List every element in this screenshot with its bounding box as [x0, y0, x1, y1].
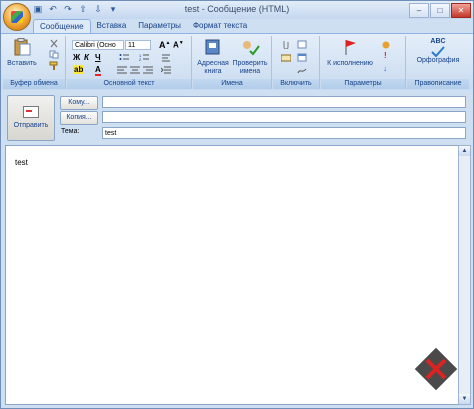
check-names-button[interactable]: Проверить имена — [231, 38, 269, 76]
address-book-icon — [205, 39, 220, 55]
spelling-button[interactable]: ABC Орфография — [411, 38, 465, 65]
shrink-font-icon[interactable]: A▼ — [173, 40, 184, 50]
copy-icon[interactable] — [49, 50, 59, 59]
check-names-icon — [243, 41, 260, 56]
low-importance-icon[interactable]: ↓ — [383, 64, 387, 73]
send-label: Отправить — [13, 122, 49, 129]
group-label-include: Включить — [273, 79, 319, 89]
numbering-icon[interactable]: 12 — [139, 53, 149, 62]
subject-field[interactable]: test — [102, 127, 466, 139]
business-card-icon[interactable] — [281, 53, 291, 62]
message-window: ▣ ↶ ↷ ⇧ ⇩ ▾ test - Сообщение (HTML) – □ … — [0, 0, 474, 409]
bullets-icon[interactable] — [119, 53, 129, 62]
paste-icon — [14, 38, 31, 56]
cc-button[interactable]: Копия... — [60, 111, 98, 125]
bold-button[interactable]: Ж — [73, 53, 80, 62]
attach-item-icon[interactable] — [297, 40, 307, 49]
minimize-button[interactable]: – — [409, 3, 429, 18]
font-size-combo[interactable]: 11 — [125, 40, 151, 50]
svg-text:2: 2 — [139, 57, 142, 62]
group-label-clipboard: Буфер обмена — [3, 79, 65, 89]
address-book-label: Адресная книга — [197, 60, 229, 75]
window-controls: – □ ✕ — [409, 3, 471, 18]
group-clipboard: Вставить Буфер обмена — [3, 36, 66, 89]
signature-icon[interactable] — [297, 66, 307, 75]
office-button[interactable] — [3, 3, 31, 31]
font-color-icon[interactable]: A — [95, 65, 101, 76]
group-label-basic-text: Основной текст — [67, 79, 191, 89]
tab-format-text[interactable]: Формат текста — [187, 19, 253, 34]
align-center-icon[interactable] — [130, 66, 140, 75]
follow-up-label: К исполнению — [327, 60, 373, 67]
group-options: К исполнению ! ↓ Параметры — [321, 36, 406, 89]
message-body[interactable]: test — [5, 145, 459, 405]
calendar-icon[interactable] — [297, 53, 307, 62]
send-button[interactable]: Отправить — [7, 95, 55, 141]
tab-options[interactable]: Параметры — [132, 19, 187, 34]
indent-icon[interactable] — [161, 66, 171, 75]
follow-up-button[interactable]: К исполнению — [327, 38, 373, 68]
attach-file-icon[interactable] — [281, 40, 291, 49]
subject-label: Тема: — [61, 128, 80, 135]
paste-label: Вставить — [7, 60, 37, 67]
group-basic-text: Calibri (Осно 11 A▲ A▼ Ж К Ч 12 ab A Осн… — [67, 36, 192, 89]
office-logo-icon — [11, 11, 23, 23]
cut-icon[interactable] — [49, 39, 59, 48]
paste-button[interactable]: Вставить — [7, 38, 37, 68]
spelling-label: Орфография — [416, 57, 460, 64]
group-label-names: Имена — [193, 79, 271, 89]
font-name-combo[interactable]: Calibri (Осно — [72, 40, 124, 50]
send-envelope-icon — [23, 106, 39, 118]
window-title: test - Сообщение (HTML) — [184, 4, 290, 14]
highlight-icon[interactable]: ab — [73, 65, 85, 74]
cc-field[interactable] — [102, 111, 466, 123]
message-header: Отправить Кому... Копия... Тема: test — [1, 90, 473, 144]
high-importance-icon[interactable]: ! — [384, 51, 387, 60]
address-book-button[interactable]: Адресная книга — [195, 38, 231, 76]
spelling-check-icon — [431, 46, 445, 57]
tab-insert[interactable]: Вставка — [91, 19, 133, 34]
title-bar: ▣ ↶ ↷ ⇧ ⇩ ▾ test - Сообщение (HTML) – □ … — [1, 1, 473, 19]
scroll-down-arrow-icon[interactable]: ▼ — [459, 394, 470, 404]
maximize-button[interactable]: □ — [430, 3, 450, 18]
group-label-proofing: Правописание — [407, 79, 469, 89]
to-button[interactable]: Кому... — [60, 96, 98, 110]
clear-format-icon[interactable] — [161, 53, 171, 62]
group-proofing: ABC Орфография Правописание — [407, 36, 469, 89]
to-field[interactable] — [102, 96, 466, 108]
follow-up-flag-icon — [345, 40, 356, 55]
italic-button[interactable]: К — [84, 53, 89, 62]
body-text: test — [15, 158, 28, 167]
check-names-label: Проверить имена — [232, 60, 268, 75]
scroll-up-arrow-icon[interactable]: ▲ — [459, 146, 470, 156]
close-button[interactable]: ✕ — [451, 3, 471, 18]
vertical-scrollbar[interactable]: ▲ ▼ — [458, 145, 471, 405]
format-painter-icon[interactable] — [49, 61, 59, 70]
ribbon: Вставить Буфер обмена Calibri (Осно 11 A… — [1, 33, 473, 91]
group-names: Адресная книга Проверить имена Имена — [193, 36, 272, 89]
align-left-icon[interactable] — [117, 66, 127, 75]
grow-font-icon[interactable]: A▲ — [159, 40, 170, 50]
permission-icon[interactable] — [381, 40, 391, 49]
underline-button[interactable]: Ч — [95, 53, 101, 62]
align-right-icon[interactable] — [143, 66, 153, 75]
watermark-logo — [414, 347, 458, 391]
group-include: Включить — [273, 36, 320, 89]
group-label-options: Параметры — [321, 79, 405, 89]
abc-icon: ABC — [430, 38, 446, 45]
